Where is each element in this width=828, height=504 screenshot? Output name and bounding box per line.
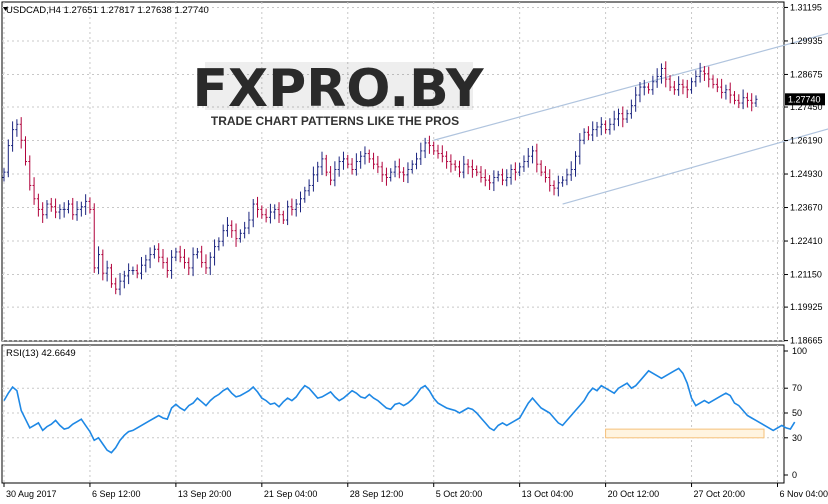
- time-tick-label: 20 Oct 12:00: [608, 489, 660, 499]
- price-tick-label: 1.18665: [790, 336, 823, 346]
- logo-text: FXPRO.BY: [192, 59, 484, 119]
- time-tick-label: 28 Sep 12:00: [350, 489, 404, 499]
- rsi-panel-frame: [1, 344, 785, 484]
- price-tick-label: 1.26190: [790, 136, 823, 146]
- time-tick-label: 13 Sep 20:00: [178, 489, 232, 499]
- time-tick-label: 27 Oct 20:00: [694, 489, 746, 499]
- rsi-axis: 100 70 50 30 0: [784, 346, 807, 480]
- rsi-tick-label: 0: [792, 470, 797, 480]
- current-price-tag: 1.27740: [785, 93, 825, 106]
- price-tick-label: 1.22410: [790, 236, 823, 246]
- logo-watermark: FXPRO.BY TRADE CHART PATTERNS LIKE THE P…: [192, 59, 485, 130]
- time-tick-label: 5 Oct 20:00: [436, 489, 483, 499]
- price-tick-label: 1.21150: [790, 270, 822, 280]
- price-tick-label: 1.31195: [790, 2, 822, 12]
- current-price-label: 1.27740: [788, 94, 821, 104]
- logo-tagline: TRADE CHART PATTERNS LIKE THE PROS: [211, 114, 459, 128]
- rsi-tick-label: 100: [792, 346, 807, 356]
- chart-canvas: 1.311951.299351.286751.274501.261901.249…: [1, 1, 828, 499]
- rsi-tick-label: 30: [792, 433, 802, 443]
- rsi-tick-label: 70: [792, 383, 802, 393]
- rsi-support-zone: [605, 428, 765, 439]
- time-tick-label: 6 Nov 04:00: [779, 489, 828, 499]
- price-tick-label: 1.28675: [790, 69, 823, 79]
- price-tick-label: 1.24930: [790, 169, 823, 179]
- time-axis: 30 Aug 2017 6 Sep 12:00 13 Sep 20:00 21 Sep…: [3, 483, 828, 499]
- rsi-zone-rect: [605, 428, 765, 439]
- symbol-header: USDCAD,H4 1.27651 1.27817 1.27638 1.2774…: [6, 5, 209, 16]
- main-chart-frame: [1, 1, 785, 342]
- price-axis: 1.311951.299351.286751.274501.261901.249…: [784, 2, 823, 346]
- time-tick-label: 6 Sep 12:00: [92, 489, 141, 499]
- time-tick-label: 21 Sep 04:00: [264, 489, 318, 499]
- price-tick-label: 1.23670: [790, 203, 823, 213]
- price-tick-label: 1.19925: [790, 302, 823, 312]
- rsi-tick-label: 50: [792, 408, 802, 418]
- time-tick-label: 30 Aug 2017: [6, 489, 57, 499]
- time-tick-label: 13 Oct 04:00: [522, 489, 574, 499]
- price-tick-label: 1.29935: [790, 36, 823, 46]
- rsi-header: RSI(13) 42.6649: [6, 348, 76, 359]
